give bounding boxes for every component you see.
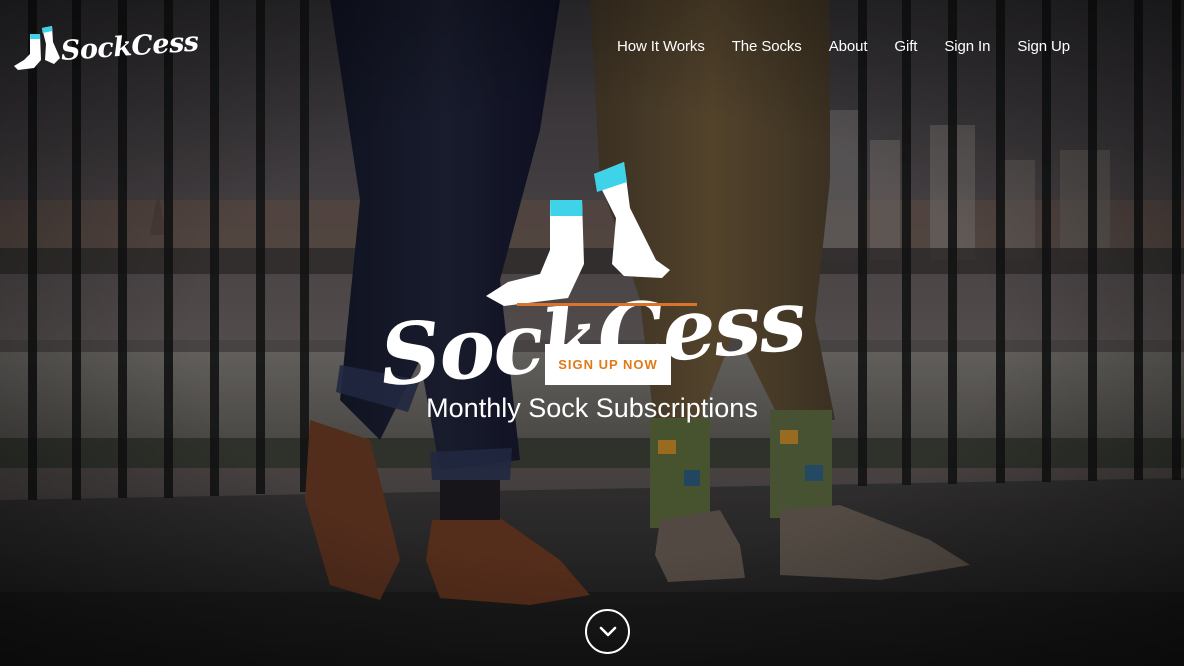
nav-the-socks[interactable]: The Socks: [732, 38, 802, 55]
nav-about[interactable]: About: [829, 38, 868, 55]
hero-divider: [517, 303, 697, 306]
sign-up-now-button[interactable]: SIGN UP NOW: [545, 344, 671, 385]
header-logo[interactable]: SockCess: [12, 24, 199, 76]
sock-logo-icon: [14, 26, 60, 70]
scroll-down-button[interactable]: [585, 609, 630, 654]
nav-sign-up[interactable]: Sign Up: [1017, 38, 1070, 55]
main-nav: How It Works The Socks About Gift Sign I…: [617, 38, 1070, 55]
nav-sign-in[interactable]: Sign In: [944, 38, 990, 55]
nav-gift[interactable]: Gift: [894, 38, 917, 55]
chevron-down-icon: [599, 626, 616, 636]
hero-section: SockCess How It Works The Socks About Gi…: [0, 0, 1184, 666]
hero-tagline: Monthly Sock Subscriptions: [426, 393, 758, 423]
nav-how-it-works[interactable]: How It Works: [617, 38, 705, 55]
